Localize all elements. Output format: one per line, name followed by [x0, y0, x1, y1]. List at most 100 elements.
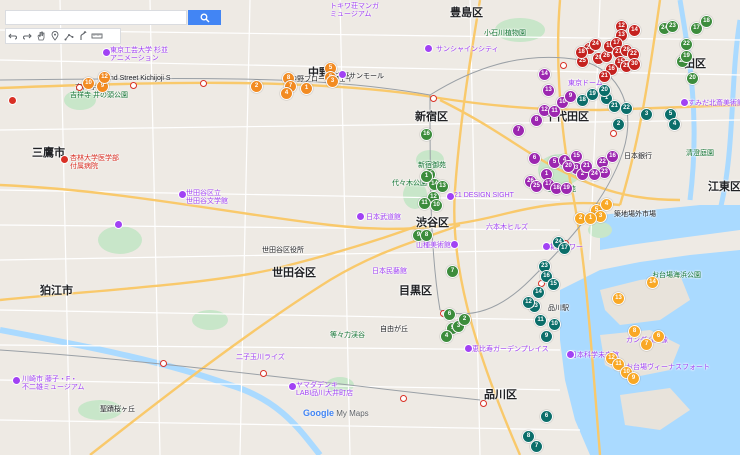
map-pin-teal[interactable]: 22 [620, 102, 633, 115]
search-input[interactable] [6, 15, 186, 28]
map-pin-teal[interactable]: 17 [558, 242, 571, 255]
hospital-marker[interactable] [60, 155, 69, 164]
line-icon[interactable] [62, 29, 76, 43]
jindai-park [98, 226, 142, 254]
poi-marker[interactable] [424, 44, 433, 53]
map-pin-green[interactable]: 11 [418, 197, 431, 210]
map-pin-green[interactable]: 20 [686, 72, 699, 85]
map-pin-green[interactable]: 1 [420, 170, 433, 183]
station-marker [430, 95, 437, 102]
map-pin-orange[interactable]: 12 [98, 71, 111, 84]
map-pin-teal[interactable]: 12 [522, 296, 535, 309]
map-pin-green[interactable]: 23 [666, 20, 679, 33]
route-icon[interactable] [76, 29, 90, 43]
map-pin-purple[interactable]: 19 [560, 182, 573, 195]
map-pin-teal[interactable]: 4 [668, 118, 681, 131]
map-pin-amber[interactable]: 13 [612, 292, 625, 305]
poi-marker[interactable] [450, 240, 459, 249]
my-maps-label: My Maps [336, 409, 369, 418]
map-pin-purple[interactable]: 13 [542, 84, 555, 97]
map-pin-red[interactable]: 14 [628, 24, 641, 37]
poi-marker[interactable] [338, 70, 347, 79]
poi-marker[interactable] [464, 344, 473, 353]
map-pin-purple[interactable]: 15 [570, 150, 583, 163]
undo-icon[interactable] [6, 29, 20, 43]
map-pin-purple[interactable]: 24 [588, 168, 601, 181]
map-pin-purple[interactable]: 8 [530, 114, 543, 127]
map-pin-red[interactable]: 30 [628, 58, 641, 71]
koishikawa-park [495, 18, 545, 42]
station-marker [130, 82, 137, 89]
map-pin-green[interactable]: 6 [443, 308, 456, 321]
map-pin-teal[interactable]: 6 [540, 410, 553, 423]
map-attribution: Google My Maps [303, 408, 369, 418]
map-pin-green[interactable]: 8 [420, 229, 433, 242]
map-pin-green[interactable]: 19 [680, 50, 693, 63]
map-pin-teal[interactable]: 15 [547, 278, 560, 291]
map-pin-purple[interactable]: 14 [538, 68, 551, 81]
station-marker [610, 130, 617, 137]
map-pin-amber[interactable]: 4 [600, 198, 613, 211]
map-pin-teal[interactable]: 7 [530, 440, 543, 453]
poi-marker[interactable] [178, 190, 187, 199]
hand-icon[interactable] [34, 29, 48, 43]
map-pin-orange[interactable]: 4 [280, 87, 293, 100]
map-pin-orange[interactable]: 2 [250, 80, 263, 93]
map-pin-teal[interactable]: 20 [598, 84, 611, 97]
map-pin-teal[interactable]: 2 [612, 118, 625, 131]
map-pin-orange[interactable]: 1 [300, 82, 313, 95]
map-pin-teal[interactable]: 9 [540, 330, 553, 343]
map-pin-purple[interactable]: 6 [528, 152, 541, 165]
poi-marker[interactable] [566, 350, 575, 359]
poi-marker[interactable] [114, 220, 123, 229]
map-pin-purple[interactable]: 7 [512, 124, 525, 137]
map-pin-green[interactable]: 17 [690, 22, 703, 35]
map-pin-green[interactable]: 10 [430, 199, 443, 212]
poi-marker[interactable] [288, 382, 297, 391]
map-pin-orange[interactable]: 3 [326, 75, 339, 88]
search-icon [200, 13, 209, 22]
map-pin-red[interactable]: 18 [575, 46, 588, 59]
ruler-icon[interactable] [90, 29, 104, 43]
poi-marker[interactable] [356, 212, 365, 221]
map-pin-purple[interactable]: 16 [606, 150, 619, 163]
map-pin-green[interactable]: 2 [458, 313, 471, 326]
poi-marker[interactable] [102, 48, 111, 57]
map-pin-amber[interactable]: 14 [646, 276, 659, 289]
map-pin-green[interactable]: 16 [420, 128, 433, 141]
map-pin-amber[interactable]: 9 [627, 372, 640, 385]
map-pin-teal[interactable]: 3 [640, 108, 653, 121]
station-marker [560, 62, 567, 69]
map-pin-green[interactable]: 13 [436, 180, 449, 193]
inokashira-park [64, 90, 96, 110]
poi-marker[interactable] [12, 376, 21, 385]
map-pin-amber[interactable]: 1 [584, 212, 597, 225]
redo-icon[interactable] [20, 29, 34, 43]
poi-marker[interactable] [446, 192, 455, 201]
map-pin-teal[interactable]: 11 [534, 314, 547, 327]
station-marker [480, 400, 487, 407]
poi-marker[interactable] [542, 242, 551, 251]
poi-marker[interactable] [680, 98, 689, 107]
map-pin-orange[interactable]: 10 [82, 77, 95, 90]
search-button[interactable] [188, 10, 221, 25]
map-pin-red[interactable]: 21 [598, 70, 611, 83]
park-southwest [78, 400, 122, 420]
station-marker [400, 395, 407, 402]
map-toolbar [5, 28, 121, 44]
map-pin-teal[interactable]: 10 [548, 318, 561, 331]
map-pin-green[interactable]: 7 [446, 265, 459, 278]
map-pin-amber[interactable]: 7 [640, 338, 653, 351]
map-pin-teal[interactable]: 21 [608, 100, 621, 113]
map-pin-purple[interactable]: 25 [530, 180, 543, 193]
map-canvas[interactable]: 豊島区 中野 新宿区 千代田区 渋谷区 世田谷区 目黒区 品川区 江東区 三鷹市… [0, 0, 740, 455]
map-pin-amber[interactable]: 8 [628, 325, 641, 338]
marker-icon[interactable] [48, 29, 62, 43]
map-pin-red[interactable]: 24 [589, 38, 602, 51]
map-pin-teal[interactable]: 14 [532, 286, 545, 299]
hospital-marker[interactable] [8, 96, 17, 105]
map-pin-green[interactable]: 4 [440, 330, 453, 343]
map-pin-amber[interactable]: 6 [652, 330, 665, 343]
station-marker [200, 80, 207, 87]
search-box[interactable] [5, 10, 187, 28]
